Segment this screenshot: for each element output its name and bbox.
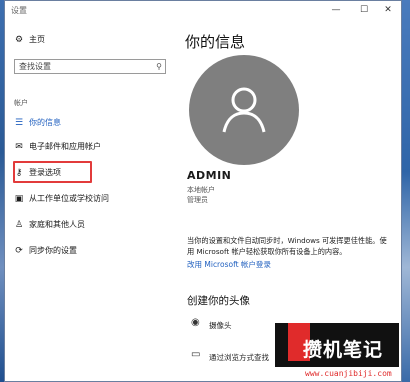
sidebar-item-label: 同步你的设置 (29, 246, 77, 255)
user-card-icon: ☰ (14, 118, 24, 128)
avatar (189, 55, 299, 165)
user-silhouette-icon (222, 87, 266, 133)
account-type: 本地帐户 (187, 186, 215, 194)
maximize-icon[interactable]: ☐ (353, 3, 375, 17)
sidebar-home[interactable]: ⚙ 主页 (5, 31, 173, 49)
settings-window: 设置 — ☐ ✕ ⚙ 主页 查找设置 ⚲ 帐户 ☰ 你的信息 ✉ 电子邮件和应用… (4, 0, 402, 382)
sidebar: ⚙ 主页 查找设置 ⚲ 帐户 ☰ 你的信息 ✉ 电子邮件和应用帐户 ⚷ 登录选项… (5, 21, 173, 381)
sidebar-item-label: 你的信息 (29, 118, 61, 127)
title-bar: 设置 — ☐ ✕ (5, 1, 401, 21)
watermark-url: www.cuanjibiji.com (305, 369, 392, 378)
briefcase-icon: ▣ (14, 194, 24, 204)
user-name: ADMIN (187, 169, 232, 182)
sidebar-item-work-school[interactable]: ▣ 从工作单位或学校访问 (5, 190, 173, 208)
close-icon[interactable]: ✕ (377, 3, 399, 17)
camera-icon[interactable]: ◉ (191, 317, 200, 328)
sidebar-home-label: 主页 (29, 35, 45, 44)
create-avatar-heading: 创建你的头像 (187, 295, 250, 307)
watermark-text: 攒机笔记 (303, 339, 384, 361)
search-placeholder: 查找设置 (19, 62, 51, 71)
minimize-icon[interactable]: — (325, 3, 347, 17)
sync-description: 当你的设置和文件自动同步时，Windows 可发挥更佳性能。使用 Microso… (187, 236, 387, 256)
sidebar-item-label: 家庭和其他人员 (29, 220, 85, 229)
search-input[interactable]: 查找设置 ⚲ (14, 59, 166, 74)
page-title: 你的信息 (185, 33, 246, 51)
people-icon: ♙ (14, 220, 24, 230)
sync-icon: ⟳ (15, 246, 23, 256)
camera-option[interactable]: 摄像头 (209, 320, 232, 331)
browse-option[interactable]: 通过浏览方式查找 (209, 352, 269, 363)
switch-microsoft-account-link[interactable]: 改用 Microsoft 帐户登录 (187, 259, 271, 270)
sidebar-section-label: 帐户 (14, 99, 28, 107)
sidebar-item-label: 从工作单位或学校访问 (29, 194, 109, 203)
sign-in-options-highlight (13, 161, 92, 183)
gear-icon: ⚙ (14, 35, 24, 45)
search-icon[interactable]: ⚲ (156, 60, 162, 73)
browse-icon[interactable]: ▭ (191, 349, 200, 360)
user-role: 管理员 (187, 196, 208, 204)
window-title: 设置 (11, 6, 27, 15)
sidebar-item-your-info[interactable]: ☰ 你的信息 (5, 114, 173, 132)
sidebar-item-family[interactable]: ♙ 家庭和其他人员 (5, 216, 173, 234)
sidebar-item-sync[interactable]: ⟳ 同步你的设置 (5, 242, 173, 260)
sidebar-item-email-accounts[interactable]: ✉ 电子邮件和应用帐户 (5, 138, 173, 156)
sidebar-item-label: 电子邮件和应用帐户 (29, 142, 101, 151)
mail-icon: ✉ (15, 142, 23, 152)
